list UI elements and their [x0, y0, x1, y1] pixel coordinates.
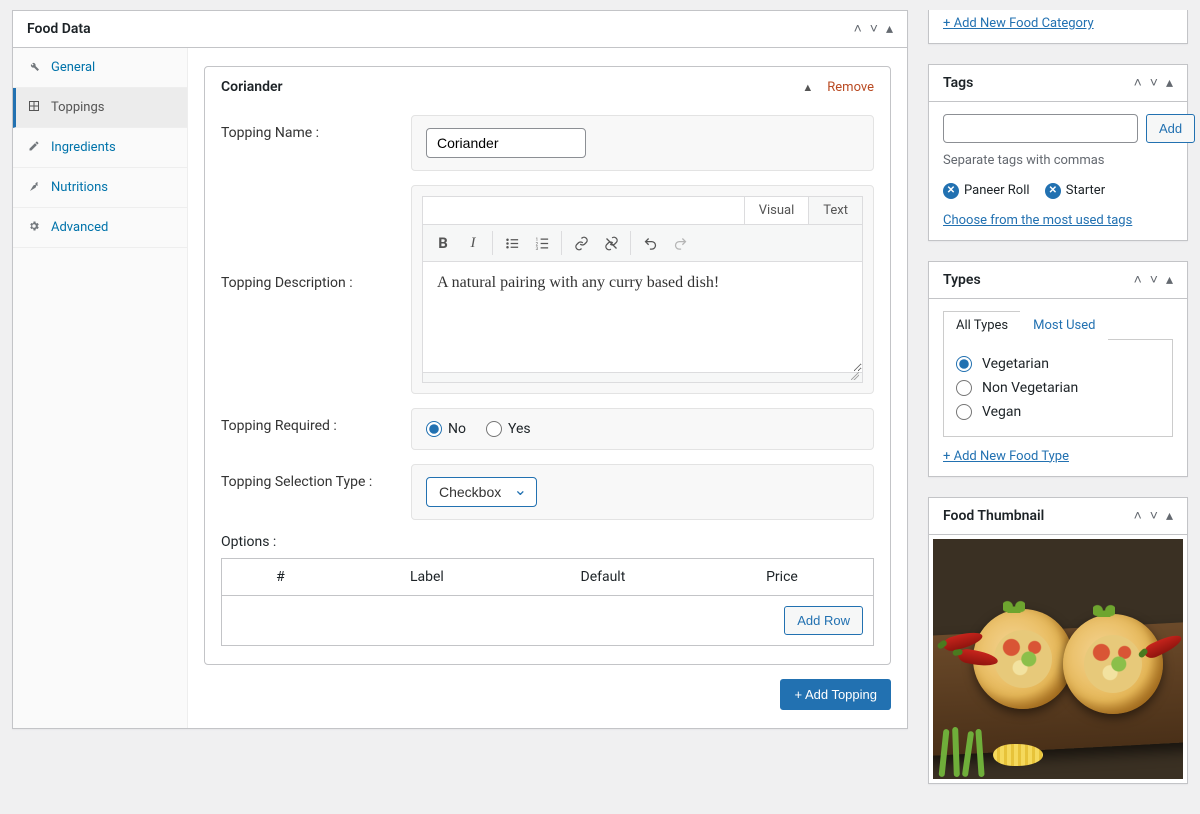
- editor-tab-text[interactable]: Text: [808, 197, 862, 224]
- food-data-metabox: Food Data ˄ ˅ ▴ General: [12, 10, 908, 729]
- rich-text-editor: Visual Text B I: [422, 196, 863, 383]
- tag-chip: ✕ Paneer Roll: [943, 183, 1030, 199]
- italic-icon[interactable]: I: [459, 229, 487, 257]
- grid-icon: [27, 100, 41, 115]
- col-label: Label: [339, 559, 515, 596]
- toggle-panel-icon[interactable]: ▴: [1166, 76, 1173, 90]
- toggle-panel-icon[interactable]: ▴: [1166, 273, 1173, 287]
- unlink-icon[interactable]: [597, 229, 625, 257]
- add-food-category-link[interactable]: + Add New Food Category: [943, 16, 1094, 31]
- tag-chip: ✕ Starter: [1045, 183, 1105, 199]
- bold-icon[interactable]: B: [429, 229, 457, 257]
- tab-nutritions[interactable]: Nutritions: [13, 168, 187, 208]
- required-yes-radio[interactable]: [486, 421, 502, 437]
- topping-title: Coriander: [221, 79, 283, 95]
- type-option-vegetarian[interactable]: Vegetarian: [954, 352, 1162, 376]
- move-down-icon[interactable]: ˅: [870, 22, 878, 36]
- options-table: # Label Default Price Add: [221, 558, 874, 646]
- tab-ingredients-label: Ingredients: [51, 140, 116, 155]
- remove-tag-icon[interactable]: ✕: [943, 183, 959, 199]
- required-no-radio[interactable]: [426, 421, 442, 437]
- tab-general-label: General: [51, 60, 95, 75]
- link-icon[interactable]: [567, 229, 595, 257]
- move-up-icon[interactable]: ˄: [854, 22, 862, 36]
- gear-icon: [27, 220, 41, 235]
- types-metabox: Types ˄ ˅ ▴ All Types Most Used Vegetari…: [928, 261, 1188, 477]
- toggle-panel-icon[interactable]: ▴: [1166, 509, 1173, 523]
- food-categories-metabox: + Add New Food Category: [928, 10, 1188, 44]
- tab-toppings[interactable]: Toppings: [13, 88, 187, 128]
- selection-type-select[interactable]: Checkbox: [426, 477, 537, 507]
- remove-topping-link[interactable]: Remove: [827, 80, 874, 95]
- add-row-button[interactable]: Add Row: [784, 606, 863, 635]
- bullet-list-icon[interactable]: [498, 229, 526, 257]
- topping-item: Coriander ▲ Remove Topping Name :: [204, 66, 891, 665]
- topping-name-label: Topping Name :: [221, 115, 411, 141]
- toggle-panel-icon[interactable]: ▴: [886, 22, 893, 36]
- topping-desc-label: Topping Description :: [221, 185, 411, 291]
- tags-metabox: Tags ˄ ˅ ▴ Add Separate tags with commas…: [928, 64, 1188, 241]
- tab-nutritions-label: Nutritions: [51, 180, 108, 195]
- move-up-icon[interactable]: ˄: [1134, 273, 1142, 287]
- topping-required-label: Topping Required :: [221, 408, 411, 434]
- tag-input[interactable]: [943, 114, 1138, 143]
- thumbnail-title: Food Thumbnail: [943, 508, 1044, 524]
- tab-ingredients[interactable]: Ingredients: [13, 128, 187, 168]
- tags-help-text: Separate tags with commas: [943, 153, 1173, 168]
- type-option-non-vegetarian[interactable]: Non Vegetarian: [954, 376, 1162, 400]
- choose-used-tags-link[interactable]: Choose from the most used tags: [943, 213, 1132, 228]
- carrot-icon: [27, 180, 41, 195]
- editor-tab-visual[interactable]: Visual: [744, 197, 809, 224]
- add-tag-button[interactable]: Add: [1146, 114, 1195, 143]
- required-no-option[interactable]: No: [426, 421, 466, 437]
- types-tab-all[interactable]: All Types: [943, 311, 1020, 340]
- remove-tag-icon[interactable]: ✕: [1045, 183, 1061, 199]
- move-down-icon[interactable]: ˅: [1150, 76, 1158, 90]
- type-radio[interactable]: [956, 356, 972, 372]
- col-num: #: [222, 559, 339, 596]
- numbered-list-icon[interactable]: 123: [528, 229, 556, 257]
- wrench-icon: [27, 60, 41, 75]
- tab-toppings-label: Toppings: [51, 100, 105, 115]
- options-label: Options :: [221, 534, 874, 550]
- move-down-icon[interactable]: ˅: [1150, 509, 1158, 523]
- redo-icon[interactable]: [666, 229, 694, 257]
- add-food-type-link[interactable]: + Add New Food Type: [943, 449, 1069, 464]
- move-up-icon[interactable]: ˄: [1134, 509, 1142, 523]
- food-data-title: Food Data: [27, 21, 91, 37]
- food-data-tabs: General Toppings Ingredients: [13, 48, 188, 728]
- tab-advanced-label: Advanced: [51, 220, 108, 235]
- topping-name-input[interactable]: [426, 128, 586, 158]
- thumbnail-metabox: Food Thumbnail ˄ ˅ ▴: [928, 497, 1188, 784]
- tab-general[interactable]: General: [13, 48, 187, 88]
- undo-icon[interactable]: [636, 229, 664, 257]
- required-yes-option[interactable]: Yes: [486, 421, 531, 437]
- add-topping-button[interactable]: + Add Topping: [780, 679, 891, 710]
- selection-type-label: Topping Selection Type :: [221, 464, 411, 490]
- editor-resize-handle[interactable]: [423, 372, 862, 382]
- move-up-icon[interactable]: ˄: [1134, 76, 1142, 90]
- collapse-icon[interactable]: ▲: [802, 81, 813, 94]
- move-down-icon[interactable]: ˅: [1150, 273, 1158, 287]
- col-default: Default: [515, 559, 691, 596]
- type-radio[interactable]: [956, 404, 972, 420]
- pencil-icon: [27, 140, 41, 155]
- types-title: Types: [943, 272, 981, 288]
- editor-content[interactable]: A natural pairing with any curry based d…: [423, 262, 862, 372]
- tab-advanced[interactable]: Advanced: [13, 208, 187, 248]
- type-option-vegan[interactable]: Vegan: [954, 400, 1162, 424]
- thumbnail-image[interactable]: [933, 539, 1183, 779]
- svg-text:3: 3: [535, 246, 538, 250]
- tags-title: Tags: [943, 75, 973, 91]
- types-tab-most-used[interactable]: Most Used: [1020, 311, 1108, 340]
- type-radio[interactable]: [956, 380, 972, 396]
- col-price: Price: [691, 559, 874, 596]
